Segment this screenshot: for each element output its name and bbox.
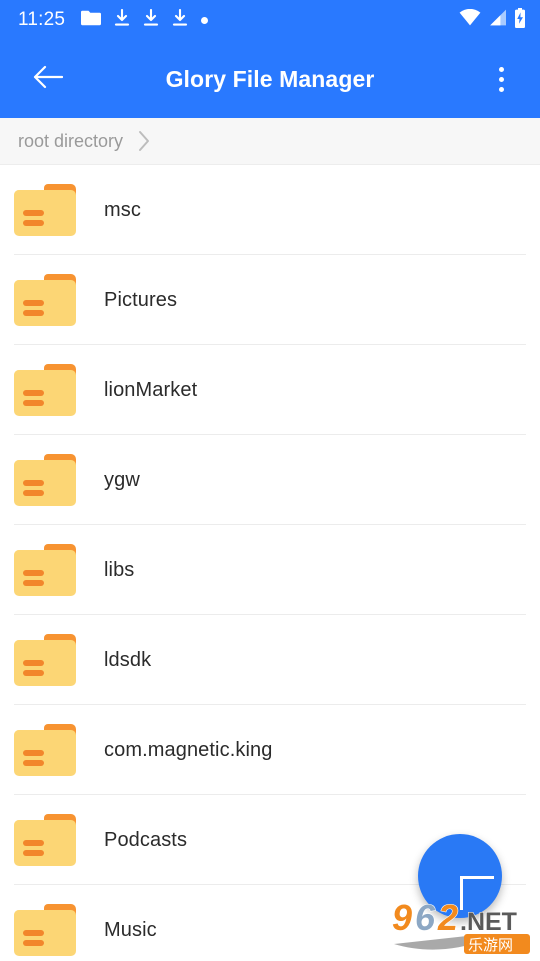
status-bar-notification-icons — [81, 8, 209, 32]
folder-icon — [14, 904, 76, 956]
list-item[interactable]: libs — [0, 525, 540, 615]
list-item-label: ygw — [104, 468, 140, 491]
chevron-right-icon — [137, 130, 151, 152]
download-icon — [172, 8, 188, 32]
list-item[interactable]: lionMarket — [0, 345, 540, 435]
dot-icon — [201, 16, 209, 24]
list-item[interactable]: ldsdk — [0, 615, 540, 705]
page-title: Glory File Manager — [165, 65, 375, 92]
list-item-label: lionMarket — [104, 378, 198, 401]
breadcrumb: root directory — [0, 118, 540, 165]
cellular-signal-icon — [488, 9, 507, 31]
status-bar-clock: 11:25 — [18, 9, 66, 30]
breadcrumb-item-root[interactable]: root directory — [14, 129, 127, 154]
overflow-menu-button[interactable] — [480, 51, 522, 107]
list-item[interactable]: Pictures — [0, 255, 540, 345]
folder-icon — [14, 544, 76, 596]
folder-icon — [14, 364, 76, 416]
folder-icon — [14, 814, 76, 866]
list-item[interactable]: com.magnetic.king — [0, 705, 540, 795]
more-vertical-icon — [498, 66, 504, 72]
list-item-label: Music — [104, 918, 157, 941]
download-icon — [114, 8, 130, 32]
arrow-left-icon — [33, 65, 64, 94]
list-item[interactable]: msc — [0, 165, 540, 255]
folder-icon — [14, 634, 76, 686]
status-bar-system-icons — [459, 7, 526, 33]
wifi-icon — [459, 8, 481, 31]
folder-icon — [14, 274, 76, 326]
list-item[interactable]: ygw — [0, 435, 540, 525]
list-item-label: libs — [104, 558, 135, 581]
status-bar: 11:25 — [0, 0, 540, 40]
list-item-label: Podcasts — [104, 828, 188, 851]
more-vertical-icon — [498, 76, 504, 82]
add-button[interactable] — [418, 834, 502, 918]
folder-icon — [14, 184, 76, 236]
download-icon — [143, 8, 159, 32]
list-item-label: Pictures — [104, 288, 178, 311]
list-item-label: msc — [104, 198, 141, 221]
app-bar: Glory File Manager — [0, 40, 540, 118]
back-button[interactable] — [20, 51, 76, 107]
list-item-label: com.magnetic.king — [104, 738, 273, 761]
folder-icon — [14, 724, 76, 776]
folder-icon — [81, 10, 102, 31]
more-vertical-icon — [498, 86, 504, 92]
battery-charging-icon — [514, 7, 526, 33]
folder-icon — [14, 454, 76, 506]
list-item-label: ldsdk — [104, 648, 152, 671]
